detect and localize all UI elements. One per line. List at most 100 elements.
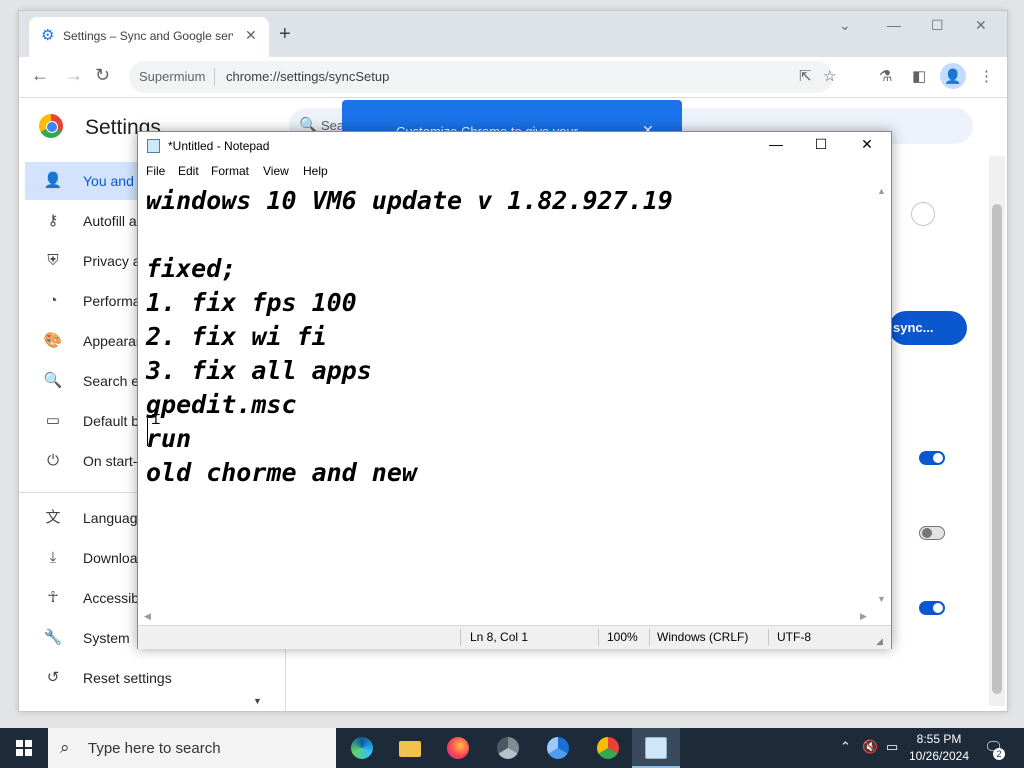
forward-button[interactable]: → bbox=[65, 65, 83, 85]
scrollbar-thumb[interactable] bbox=[992, 204, 1002, 694]
reset-icon: ↺ bbox=[46, 669, 60, 686]
bookmark-star-icon[interactable]: ☆ bbox=[823, 67, 836, 85]
scroll-left-icon[interactable]: ◀ bbox=[144, 611, 151, 622]
menu-help[interactable]: Help bbox=[303, 164, 328, 178]
shield-icon: ⛨ bbox=[47, 252, 59, 269]
side-panel-icon[interactable]: ◧ bbox=[912, 67, 926, 85]
text-line: windows 10 VM6 update v 1.82.927.19 bbox=[146, 186, 673, 215]
maximize-button[interactable]: ☐ bbox=[806, 136, 836, 153]
file-explorer-icon[interactable] bbox=[386, 728, 434, 768]
close-window-button[interactable]: ✕ bbox=[975, 17, 987, 34]
volume-muted-icon[interactable]: 🔇 bbox=[862, 739, 878, 755]
line-ending: Windows (CRLF) bbox=[657, 630, 749, 644]
chrome-icon[interactable] bbox=[584, 728, 632, 768]
scroll-up-icon[interactable]: ▲ bbox=[877, 186, 886, 196]
close-tab-icon[interactable]: ✕ bbox=[245, 27, 257, 44]
vertical-scrollbar[interactable]: ▲ ▼ bbox=[873, 182, 891, 610]
toggle-switch-1[interactable] bbox=[919, 451, 945, 465]
notepad-app-icon bbox=[147, 139, 160, 153]
firefox-icon[interactable] bbox=[434, 728, 482, 768]
sidebar-scroll-down-icon[interactable]: ▼ bbox=[253, 696, 262, 706]
text-line: old chorme and new bbox=[146, 458, 417, 487]
palette-icon: 🎨 bbox=[43, 332, 63, 349]
sidebar-item-label: Reset settings bbox=[83, 670, 172, 686]
network-icon[interactable]: ▭ bbox=[886, 739, 898, 755]
chromium-logo bbox=[547, 737, 569, 759]
translate-icon: 文 bbox=[45, 509, 61, 526]
accessibility-icon: ☥ bbox=[47, 589, 59, 606]
chrome-logo-icon bbox=[39, 114, 63, 138]
reload-button[interactable]: ↻ bbox=[95, 65, 110, 85]
resize-grip-icon[interactable]: ◢ bbox=[876, 636, 883, 647]
menu-view[interactable]: View bbox=[263, 164, 289, 178]
clock-time: 8:55 PM bbox=[916, 732, 962, 746]
toggle-switch-3[interactable] bbox=[919, 601, 945, 615]
chrome-beta-logo bbox=[497, 737, 519, 759]
tab-search-icon[interactable]: ⌄ bbox=[839, 17, 851, 34]
encoding: UTF-8 bbox=[777, 630, 811, 644]
edge-logo bbox=[351, 737, 373, 759]
ibeam-cursor-icon: Ɪ bbox=[152, 411, 160, 427]
taskbar-search-input[interactable]: ⌕ Type here to search bbox=[48, 728, 336, 768]
site-chip[interactable]: Supermium bbox=[139, 69, 205, 84]
browser-toolbar: ← → ↻ Supermium chrome://settings/syncSe… bbox=[19, 57, 1007, 98]
windows-logo-icon bbox=[16, 740, 32, 756]
notepad-logo bbox=[645, 737, 667, 759]
toggle-switch-2[interactable] bbox=[919, 526, 945, 540]
search-icon: ⌕ bbox=[60, 738, 70, 757]
toggle-knob bbox=[933, 603, 943, 613]
notepad-icon[interactable] bbox=[632, 728, 680, 768]
content-scrollbar[interactable] bbox=[989, 156, 1005, 706]
firefox-logo bbox=[447, 737, 469, 759]
chrome-beta-icon[interactable] bbox=[484, 728, 532, 768]
omnibox-divider bbox=[214, 68, 215, 86]
url-text[interactable]: chrome://settings/syncSetup bbox=[226, 69, 389, 84]
gear-icon: ⚙ bbox=[41, 27, 55, 44]
toggle-knob bbox=[922, 528, 932, 538]
minimize-button[interactable]: — bbox=[761, 136, 791, 152]
clock-date: 10/26/2024 bbox=[908, 749, 970, 763]
text-line: fixed; bbox=[146, 254, 237, 283]
text-caret bbox=[147, 418, 148, 446]
back-button[interactable]: ← bbox=[31, 65, 49, 85]
menu-edit[interactable]: Edit bbox=[178, 164, 199, 178]
edge-icon[interactable] bbox=[338, 728, 386, 768]
text-line: 2. fix wi fi bbox=[146, 322, 327, 351]
menu-bar: File Edit Format View Help bbox=[138, 160, 891, 182]
address-bar[interactable]: Supermium chrome://settings/syncSetup ⇱ … bbox=[129, 61, 836, 93]
minimize-button[interactable]: — bbox=[887, 17, 901, 33]
text-editor[interactable]: windows 10 VM6 update v 1.82.927.19 fixe… bbox=[138, 182, 873, 610]
notepad-titlebar[interactable]: *Untitled - Notepad — ☐ ✕ bbox=[138, 132, 891, 160]
menu-file[interactable]: File bbox=[146, 164, 165, 178]
turn-on-sync-button[interactable]: sync... bbox=[889, 311, 967, 345]
new-tab-button[interactable]: + bbox=[279, 24, 291, 44]
tab-settings[interactable]: ⚙ Settings – Sync and Google services ✕ bbox=[29, 17, 269, 57]
sidebar-item-reset[interactable]: ↺ Reset settings bbox=[25, 659, 255, 697]
toggle-knob bbox=[933, 453, 943, 463]
scroll-down-icon[interactable]: ▼ bbox=[877, 594, 886, 604]
chrome-logo bbox=[597, 737, 619, 759]
status-divider bbox=[768, 629, 769, 646]
share-icon[interactable]: ⇱ bbox=[799, 67, 812, 85]
profile-avatar[interactable]: 👤 bbox=[940, 63, 966, 89]
menu-format[interactable]: Format bbox=[211, 164, 249, 178]
chevron-up-icon[interactable]: ⌃ bbox=[840, 739, 851, 755]
folder-logo bbox=[399, 741, 421, 757]
menu-kebab-icon[interactable]: ⋮ bbox=[979, 67, 994, 85]
extensions-icon[interactable]: ⚗ bbox=[879, 67, 892, 85]
sidebar-item-label: System bbox=[83, 630, 130, 646]
wrench-icon: 🔧 bbox=[43, 629, 63, 646]
close-button[interactable]: ✕ bbox=[852, 136, 882, 153]
scroll-right-icon[interactable]: ▶ bbox=[860, 611, 867, 622]
system-clock[interactable]: 8:55 PM 10/26/2024 bbox=[904, 731, 974, 765]
maximize-button[interactable]: ☐ bbox=[931, 17, 944, 34]
browser-icon: ▭ bbox=[45, 412, 61, 429]
horizontal-scrollbar[interactable]: ◀ ▶ bbox=[138, 610, 873, 624]
download-icon: ⤓ bbox=[49, 549, 57, 566]
status-divider bbox=[460, 629, 461, 646]
text-line: gpedit.msc bbox=[146, 390, 297, 419]
person-icon: 👤 bbox=[43, 172, 63, 189]
start-button[interactable] bbox=[0, 728, 48, 768]
chromium-icon[interactable] bbox=[534, 728, 582, 768]
window-title: *Untitled - Notepad bbox=[168, 139, 270, 153]
